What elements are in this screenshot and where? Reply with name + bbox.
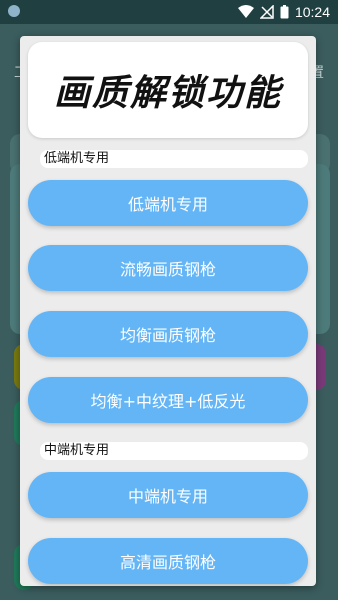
wifi-icon — [237, 5, 254, 18]
section-header-low-end: 低端机专用 — [40, 150, 308, 168]
banner-title: 画质解锁功能 — [53, 72, 282, 114]
app-shield-icon — [8, 5, 20, 17]
balanced-medium-texture-button[interactable]: 均衡+中纹理+低反光 — [28, 377, 308, 423]
mid-end-button[interactable]: 中端机专用 — [28, 472, 308, 518]
battery-icon — [280, 5, 289, 19]
no-signal-icon — [259, 5, 274, 19]
low-end-button[interactable]: 低端机专用 — [28, 180, 308, 226]
quality-unlock-dialog: 画质解锁功能 低端机专用 低端机专用 流畅画质钢枪 均衡画质钢枪 均衡+中纹理+… — [20, 36, 316, 586]
banner: 画质解锁功能 — [28, 42, 308, 138]
status-bar: 10:24 — [0, 0, 338, 24]
balanced-quality-button[interactable]: 均衡画质钢枪 — [28, 311, 308, 357]
smooth-quality-button[interactable]: 流畅画质钢枪 — [28, 245, 308, 291]
status-time: 10:24 — [294, 4, 330, 20]
section-header-mid-end: 中端机专用 — [40, 442, 308, 460]
hd-quality-button[interactable]: 高清画质钢枪 — [28, 538, 308, 584]
